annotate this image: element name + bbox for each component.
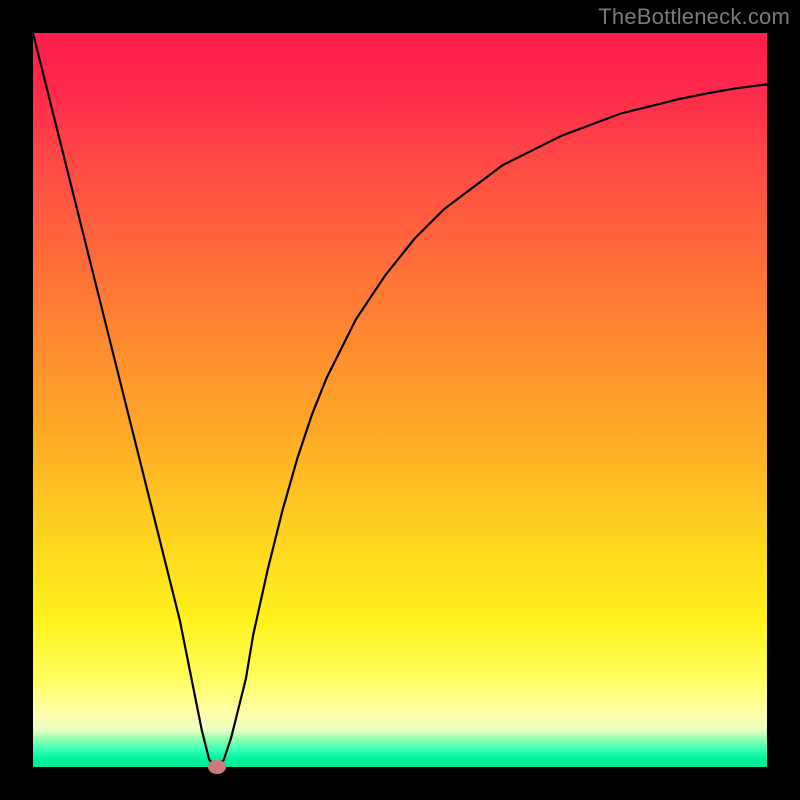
minimum-marker bbox=[208, 760, 226, 774]
bottleneck-curve bbox=[33, 33, 767, 767]
watermark-text: TheBottleneck.com bbox=[598, 4, 790, 30]
plot-area bbox=[33, 33, 767, 767]
chart-frame: TheBottleneck.com bbox=[0, 0, 800, 800]
curve-path bbox=[33, 33, 767, 767]
